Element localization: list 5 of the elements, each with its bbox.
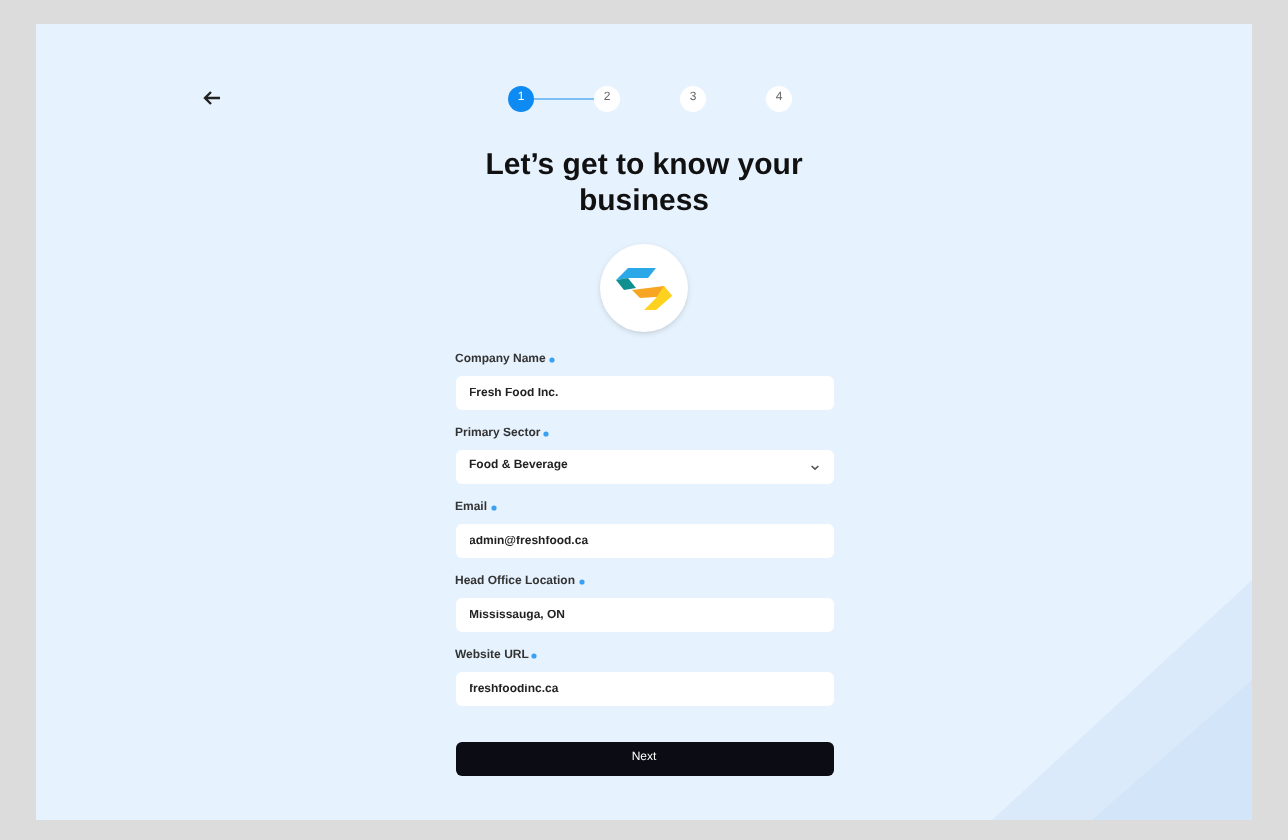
back-arrow-icon bbox=[202, 88, 222, 108]
chevron-down-icon bbox=[809, 463, 819, 471]
page-title: Let’s get to know your business bbox=[483, 148, 805, 220]
back-button[interactable] bbox=[200, 86, 224, 110]
company-logo-icon bbox=[612, 262, 676, 314]
